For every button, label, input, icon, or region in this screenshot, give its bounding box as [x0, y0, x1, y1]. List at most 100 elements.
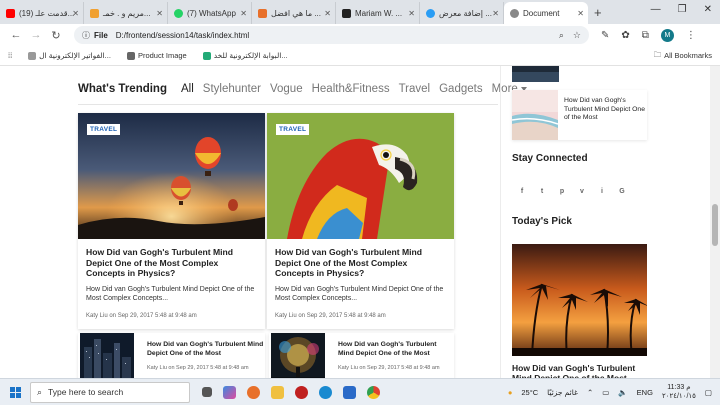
trending-nav: What's Trending All Stylehunter Vogue He…: [78, 83, 527, 95]
file-explorer-icon[interactable]: [271, 385, 284, 399]
todays-pick-heading: Today's Pick: [512, 216, 572, 227]
close-icon[interactable]: ✕: [72, 9, 79, 18]
minimize-icon[interactable]: —: [651, 4, 661, 15]
scrollbar[interactable]: [710, 66, 720, 378]
omnibox[interactable]: ⓘ File D:/frontend/session14/task/index.…: [74, 26, 589, 44]
sidebar-thumb-image[interactable]: [512, 66, 559, 82]
reload-icon[interactable]: ↻: [46, 29, 66, 42]
instagram-icon[interactable]: i: [597, 187, 607, 197]
post-title[interactable]: How Did van Gogh's Turbulent Mind Depict…: [86, 247, 257, 279]
post-meta: Katy Liu on Sep 29, 2017 5:48 at 9:48 am: [275, 312, 386, 319]
firefox-icon[interactable]: [247, 385, 260, 399]
puzzle-icon[interactable]: ⧉: [642, 30, 649, 41]
store-icon[interactable]: [343, 385, 356, 399]
twitter-icon[interactable]: t: [537, 187, 547, 197]
restore-icon[interactable]: ❐: [678, 4, 687, 15]
new-tab-button[interactable]: +: [588, 5, 608, 24]
back-icon[interactable]: ←: [6, 29, 26, 41]
chrome-icon[interactable]: [367, 385, 380, 399]
close-icon[interactable]: ✕: [324, 9, 331, 18]
close-window-icon[interactable]: ✕: [704, 4, 712, 15]
pick-title[interactable]: How Did van Gogh's Turbulent Mind Depict…: [512, 363, 652, 378]
zoom-icon[interactable]: ⌕: [559, 30, 564, 41]
all-bookmarks[interactable]: 🗀 All Bookmarks: [654, 49, 712, 62]
small-post-card[interactable]: How Did van Gogh's Turbulent Mind Depict…: [269, 333, 454, 378]
site-icon: [426, 8, 435, 18]
taskbar-search[interactable]: ⌕ Type here to search: [30, 381, 190, 403]
post-card[interactable]: TRAVEL How Did van Gogh's Turbulent Mind…: [78, 113, 265, 329]
pinterest-icon[interactable]: p: [557, 187, 567, 197]
copilot-icon[interactable]: [223, 385, 236, 399]
bookmark-3[interactable]: البوابة الإلكترونية للخد...: [202, 51, 288, 60]
tab-whatsapp[interactable]: (7) WhatsApp ✕: [168, 2, 252, 24]
network-icon[interactable]: ▭: [602, 388, 609, 397]
post-card[interactable]: TRAVEL How Did van Gogh's Turbulent Mind…: [267, 113, 454, 329]
bookmark-icon: [126, 51, 135, 60]
edge-icon[interactable]: [319, 385, 332, 399]
windows-start-icon[interactable]: [0, 386, 30, 398]
category-badge[interactable]: TRAVEL: [87, 124, 121, 135]
category-travel[interactable]: Travel: [399, 83, 431, 95]
category-health[interactable]: Health&Fitness: [312, 83, 390, 95]
bookmarks-bar: ⁞⁞ الفواتير الإلكترونية ال... Product Im…: [0, 46, 720, 66]
facebook-icon[interactable]: f: [517, 187, 527, 197]
bookmark-2[interactable]: Product Image: [126, 51, 187, 60]
category-stylehunter[interactable]: Stylehunter: [203, 83, 261, 95]
info-icon[interactable]: ⓘ: [82, 30, 90, 41]
column-divider: [500, 66, 501, 378]
pen-icon[interactable]: ✎: [601, 30, 609, 41]
close-icon[interactable]: ✕: [408, 9, 415, 18]
scrollbar-thumb[interactable]: [712, 204, 718, 246]
app-icon[interactable]: [295, 385, 308, 399]
forward-icon[interactable]: →: [26, 29, 46, 41]
post-title[interactable]: How Did van Gogh's Turbulent Mind Depict…: [275, 247, 446, 279]
menu-icon[interactable]: ⋮: [686, 30, 696, 41]
category-vogue[interactable]: Vogue: [270, 83, 303, 95]
apps-icon[interactable]: ⁞⁞: [8, 51, 12, 60]
post-meta: Katy Liu on Sep 29, 2017 5:48 at 9:48 am: [86, 312, 197, 319]
close-icon[interactable]: ✕: [156, 9, 163, 18]
tab-youtube[interactable]: (19) قدمت علـ... ✕: [0, 2, 84, 24]
tab-2[interactable]: مريم و . خمـ... ✕: [84, 2, 168, 24]
tab-strip: (19) قدمت علـ... ✕ مريم و . خمـ... ✕ (7) W…: [0, 0, 720, 24]
vimeo-icon[interactable]: v: [577, 187, 587, 197]
language-indicator[interactable]: ENG: [637, 388, 653, 397]
whatsapp-icon: [174, 8, 183, 18]
sidebar-post[interactable]: How Did van Gogh's Turbulent Mind Depict…: [511, 90, 647, 140]
close-icon[interactable]: ✕: [577, 9, 584, 18]
star-icon[interactable]: ☆: [573, 30, 581, 41]
weather-text[interactable]: غائم جزئيًا: [547, 388, 578, 397]
clock[interactable]: 11:33 م ٢٠٢٤/١٠/١٥: [662, 383, 696, 401]
chevron-up-icon[interactable]: ⌃: [587, 388, 593, 397]
window-controls: — ❐ ✕: [651, 4, 712, 15]
balloons-image: TRAVEL: [78, 113, 265, 239]
close-icon[interactable]: ✕: [492, 9, 499, 18]
post-title[interactable]: How Did van Gogh's Turbulent Mind Depict…: [147, 341, 265, 358]
tab-6[interactable]: إضافة معرض ... ✕: [420, 2, 504, 24]
close-icon[interactable]: ✕: [240, 9, 247, 18]
avatar[interactable]: M: [660, 28, 674, 42]
tab-document[interactable]: Document ✕: [504, 2, 588, 24]
stay-connected-heading: Stay Connected: [512, 153, 588, 164]
weather-icon[interactable]: ●: [508, 388, 513, 397]
sunset-palms-image[interactable]: [512, 244, 647, 356]
bookmark-1[interactable]: الفواتير الإلكترونية ال...: [28, 51, 111, 60]
post-title[interactable]: How Did van Gogh's Turbulent Mind Depict…: [564, 97, 647, 140]
extension-icon[interactable]: ✿: [621, 30, 629, 41]
task-view-icon[interactable]: [202, 387, 212, 397]
notification-icon[interactable]: ▢: [705, 388, 712, 397]
volume-icon[interactable]: 🔈: [618, 388, 627, 397]
city-night-image: [80, 333, 134, 378]
category-badge[interactable]: TRAVEL: [276, 124, 310, 135]
url-text[interactable]: D:/frontend/session14/task/index.html: [116, 31, 550, 40]
category-gadgets[interactable]: Gadgets: [439, 83, 482, 95]
post-title[interactable]: How Did van Gogh's Turbulent Mind Depict…: [338, 341, 454, 358]
tab-4[interactable]: ما هي افضل ... ✕: [252, 2, 336, 24]
google-icon[interactable]: G: [617, 187, 627, 197]
weather-temp[interactable]: 25°C: [521, 388, 538, 397]
category-all[interactable]: All: [181, 83, 194, 95]
small-post-text: How Did van Gogh's Turbulent Mind Depict…: [134, 333, 265, 378]
tab-5[interactable]: Mariam W. ... ✕: [336, 2, 420, 24]
small-post-card[interactable]: How Did van Gogh's Turbulent Mind Depict…: [78, 333, 265, 378]
page-viewport: What's Trending All Stylehunter Vogue He…: [0, 66, 710, 378]
